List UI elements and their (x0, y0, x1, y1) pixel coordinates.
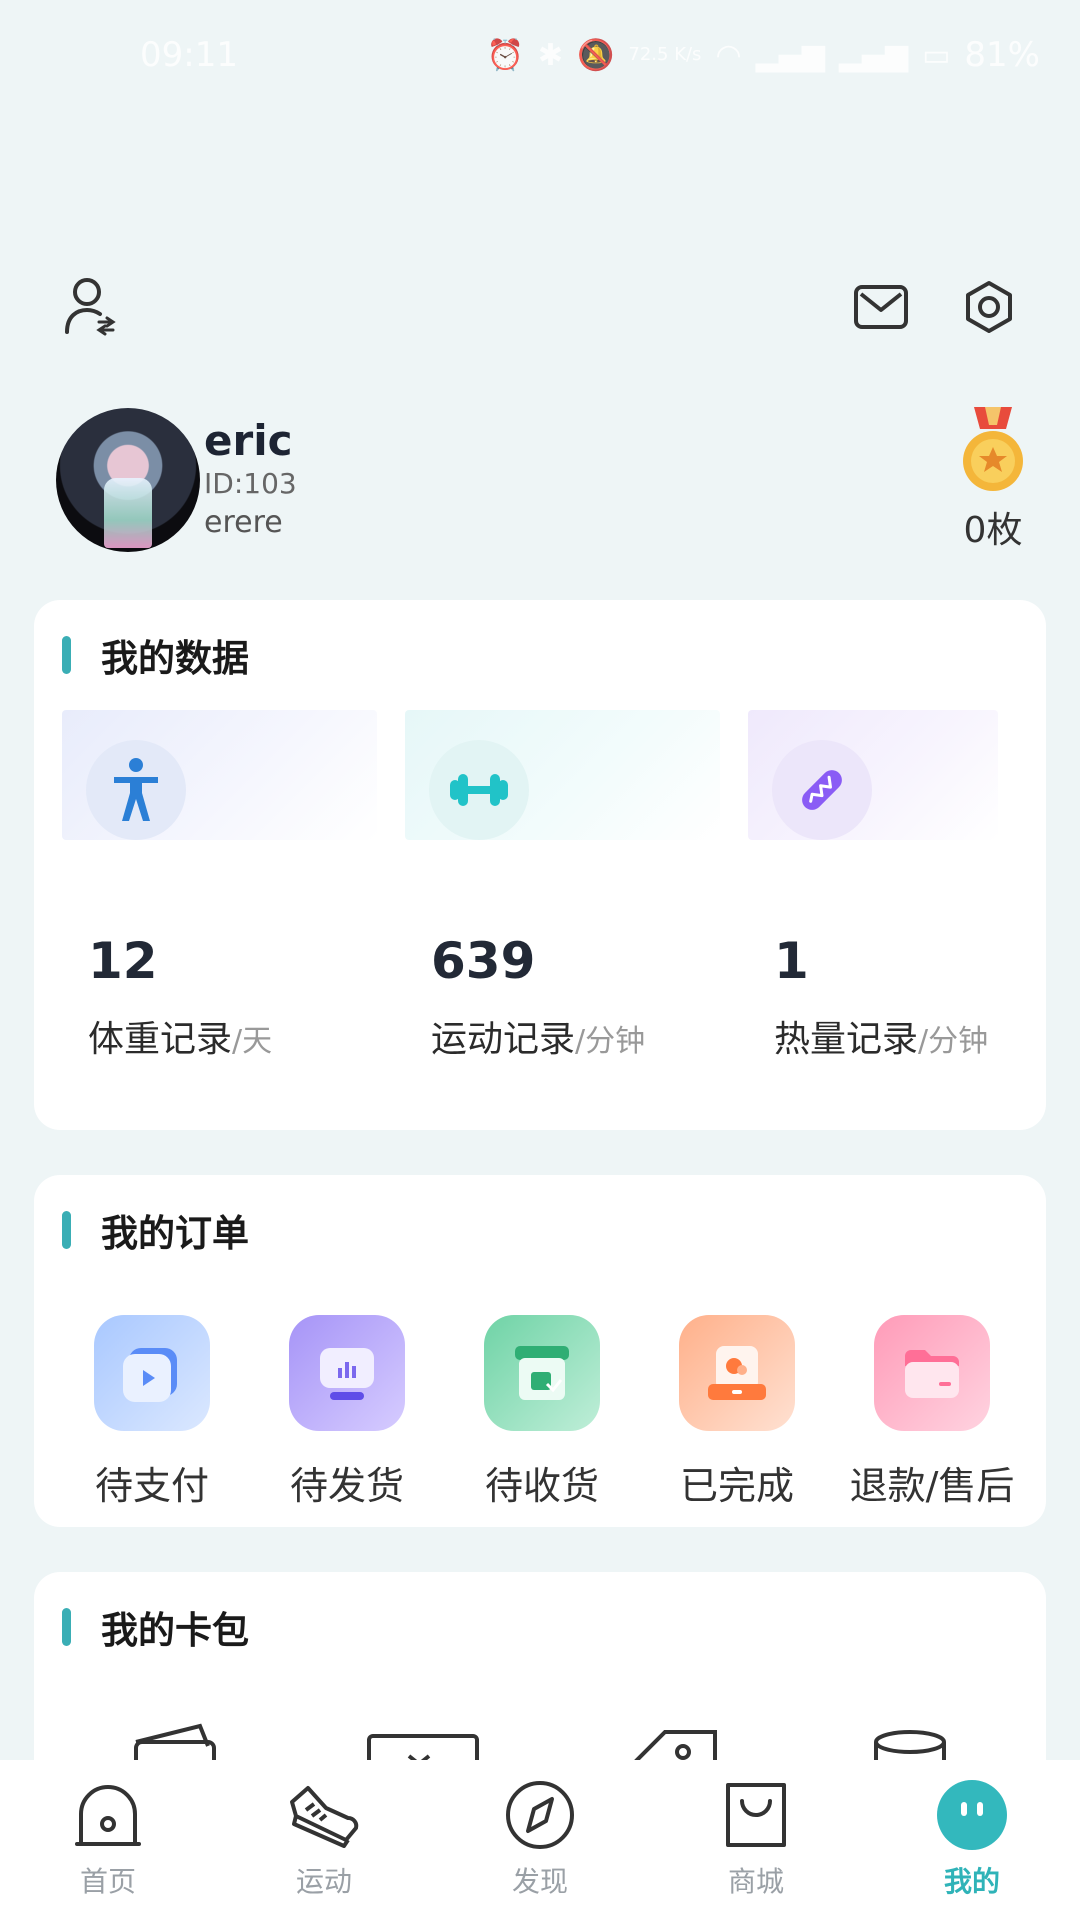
my-data-card: 我的数据 12 体重记录/天 639 运动记录/分钟 1 热量记录/分钟 (34, 600, 1046, 1130)
compass-icon (501, 1776, 579, 1854)
nav-sport[interactable]: 运动 (234, 1776, 414, 1900)
calorie-record-value: 1 (774, 932, 809, 990)
weight-record-item[interactable]: 12 体重记录/天 (62, 710, 377, 1100)
order-refund-aftersale[interactable]: 退款/售后 (842, 1315, 1022, 1510)
my-orders-title: 我的订单 (62, 1203, 249, 1257)
dumbbell-icon (429, 740, 529, 840)
settings-icon[interactable] (956, 274, 1022, 340)
status-time: 09:11 (140, 35, 238, 75)
monitor-chart-icon (289, 1315, 405, 1431)
my-data-title: 我的数据 (62, 628, 249, 682)
wallet-pay-icon (94, 1315, 210, 1431)
weight-record-value: 12 (88, 932, 158, 990)
medal-box[interactable]: 0枚 (960, 407, 1026, 553)
wifi-icon: ◠ (715, 37, 742, 73)
order-completed[interactable]: 已完成 (647, 1315, 827, 1510)
my-data-title-text: 我的数据 (101, 637, 249, 680)
nav-mall[interactable]: 商城 (666, 1776, 846, 1900)
profile-section: eric ID:103 erere 0枚 (56, 405, 1026, 555)
switch-account-icon[interactable] (58, 274, 124, 340)
nav-discover[interactable]: 发现 (450, 1776, 630, 1900)
exercise-record-item[interactable]: 639 运动记录/分钟 (405, 710, 720, 1100)
battery-level: 81% (964, 35, 1040, 75)
my-card-bag-title: 我的卡包 (62, 1600, 249, 1654)
profile-info: eric ID:103 erere (204, 417, 297, 543)
exercise-record-value: 639 (431, 932, 536, 990)
title-accent-bar (62, 1608, 71, 1646)
exercise-record-label: 运动记录/分钟 (431, 1019, 646, 1060)
order-pending-payment[interactable]: 待支付 (62, 1315, 242, 1510)
mail-icon[interactable] (848, 274, 914, 340)
bread-icon (772, 740, 872, 840)
battery-icon: ▭ (922, 37, 951, 73)
shopping-bag-icon (717, 1776, 795, 1854)
person-icon (86, 740, 186, 840)
nav-home[interactable]: 首页 (18, 1776, 198, 1900)
package-receive-icon (484, 1315, 600, 1431)
nav-mine-label: 我的 (943, 1865, 1000, 1898)
nav-home-label: 首页 (79, 1865, 136, 1898)
weight-record-label: 体重记录/天 (88, 1019, 273, 1060)
my-card-bag-title-text: 我的卡包 (101, 1609, 249, 1652)
title-accent-bar (62, 636, 71, 674)
status-bar: 09:11 ⏰ ✱ 🔕 72.5 K/s ◠ ▂▄▆ ▂▄▆ ▭ 81% (0, 0, 1080, 110)
username: eric (204, 416, 293, 465)
face-icon (933, 1776, 1011, 1854)
my-orders-title-text: 我的订单 (101, 1212, 249, 1255)
top-bar (0, 262, 1080, 352)
network-speed: 72.5 K/s (628, 44, 702, 65)
calorie-record-label: 热量记录/分钟 (774, 1019, 989, 1060)
title-accent-bar (62, 1211, 71, 1249)
order-refund-aftersale-label: 退款/售后 (849, 1464, 1015, 1508)
calorie-record-item[interactable]: 1 热量记录/分钟 (748, 710, 998, 1100)
order-pending-shipment-label: 待发货 (289, 1464, 404, 1508)
nav-discover-label: 发现 (511, 1865, 568, 1898)
signal-icon-2: ▂▄▆ (838, 37, 909, 73)
mute-icon: 🔕 (577, 37, 615, 73)
user-signature: erere (204, 505, 283, 540)
order-pending-receipt[interactable]: 待收货 (452, 1315, 632, 1510)
medal-count: 0枚 (963, 510, 1023, 551)
nav-sport-label: 运动 (295, 1865, 352, 1898)
order-pending-receipt-label: 待收货 (484, 1464, 599, 1508)
avatar[interactable] (56, 408, 200, 552)
medal-icon (963, 407, 1023, 491)
my-orders-card: 我的订单 待支付 待发货 待收货 已完成 退款/售后 (34, 1175, 1046, 1527)
order-completed-label: 已完成 (679, 1464, 794, 1508)
bottom-navigation: 首页 运动 发现 商城 我的 (0, 1760, 1080, 1920)
box-complete-icon (679, 1315, 795, 1431)
bluetooth-icon: ✱ (537, 37, 564, 73)
signal-icon: ▂▄▆ (755, 37, 825, 73)
sneaker-icon (285, 1776, 363, 1854)
home-icon (69, 1776, 147, 1854)
nav-mine[interactable]: 我的 (882, 1776, 1062, 1900)
alarm-icon: ⏰ (486, 37, 524, 73)
user-id: ID:103 (204, 467, 297, 500)
order-pending-payment-label: 待支付 (94, 1464, 209, 1508)
nav-mall-label: 商城 (727, 1865, 784, 1898)
order-pending-shipment[interactable]: 待发货 (257, 1315, 437, 1510)
folder-refund-icon (874, 1315, 990, 1431)
